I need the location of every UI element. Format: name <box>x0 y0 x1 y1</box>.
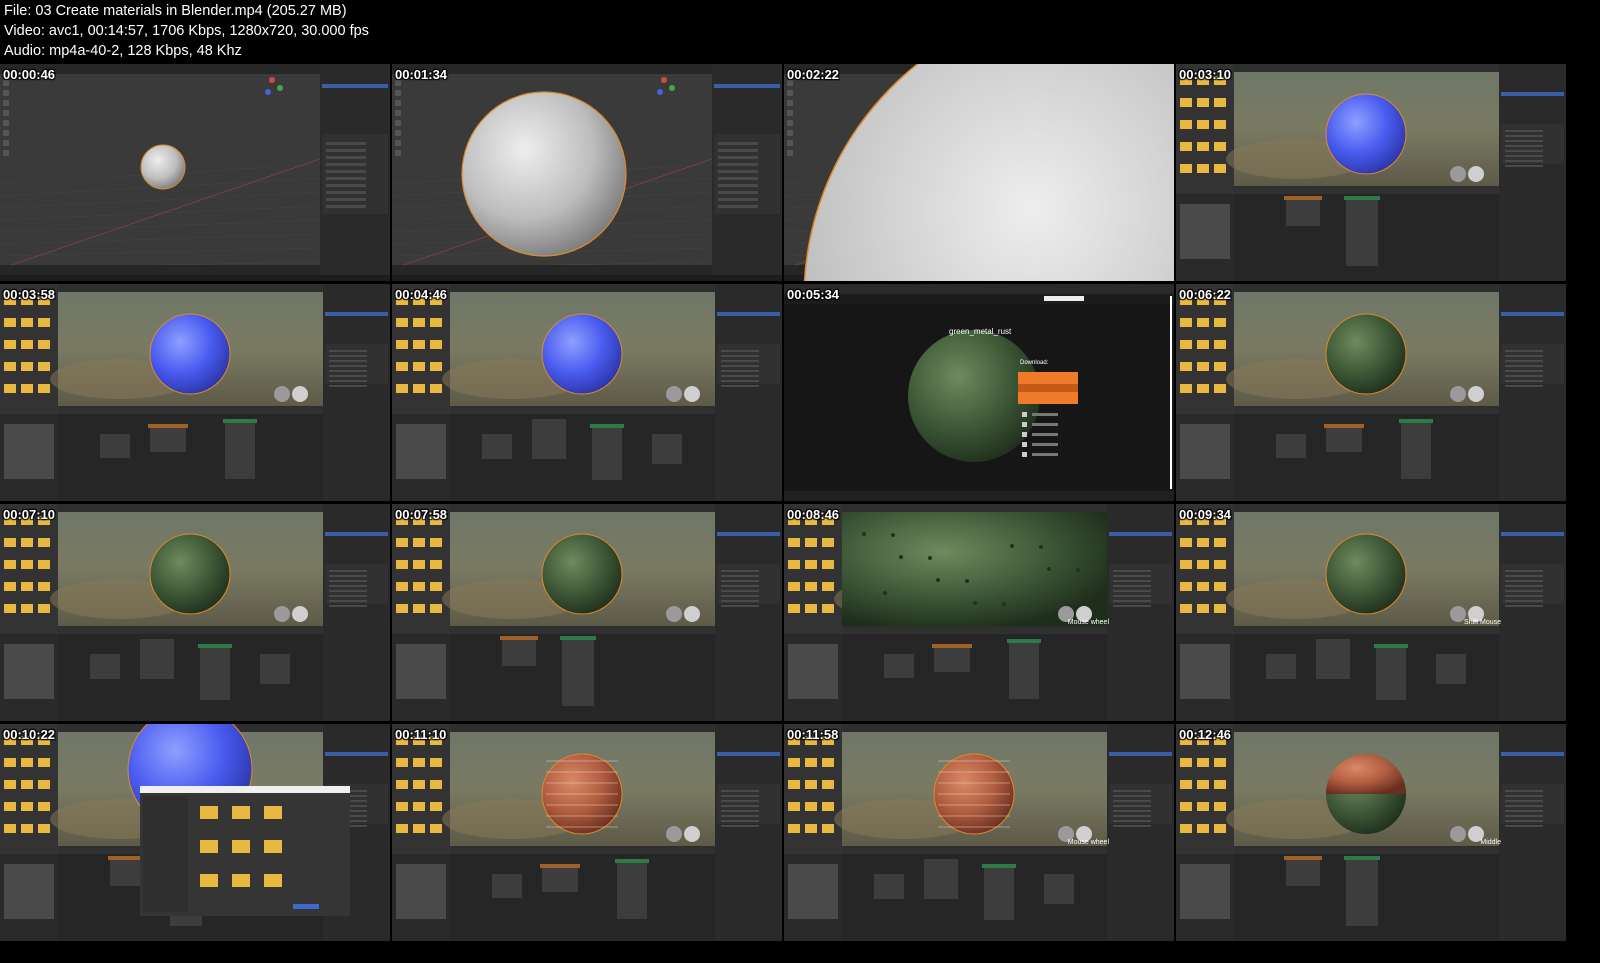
timestamp-label: 00:11:10 <box>395 727 447 742</box>
audio-info-line: Audio: mp4a-40-2, 128 Kbps, 48 Khz <box>4 43 242 59</box>
blender-screenshot <box>1176 284 1566 501</box>
thumbnail-grid: 00:00:46 00:01:34 00:02:22 00:03:10 00:03:58… <box>0 64 1600 963</box>
sphere-object <box>1325 533 1407 615</box>
blender-screenshot: Shift Mouse <box>1176 504 1566 721</box>
video-thumbnail: 00:07:58 <box>392 504 782 721</box>
sphere-object <box>1325 313 1407 395</box>
file-info-header: File: 03 Create materials in Blender.mp4… <box>0 0 1600 64</box>
timestamp-label: 00:12:46 <box>1179 727 1232 742</box>
video-thumbnail: 00:03:58 <box>0 284 390 501</box>
blender-screenshot: Mouse wheel <box>784 724 1174 941</box>
video-thumbnail: Middle 00:12:46 <box>1176 724 1566 941</box>
timestamp-label: 00:01:34 <box>395 67 448 82</box>
video-thumbnail: Mouse wheel 00:08:46 <box>784 504 1174 721</box>
sphere-object <box>149 533 231 615</box>
video-thumbnail: 00:00:46 <box>0 64 390 281</box>
timestamp-label: 00:07:58 <box>395 507 448 522</box>
file-info-line: File: 03 Create materials in Blender.mp4… <box>4 3 347 19</box>
timestamp-label: 00:10:22 <box>3 727 56 742</box>
video-thumbnail: 00:07:10 <box>0 504 390 721</box>
sphere-object <box>461 91 627 257</box>
timestamp-label: 00:00:46 <box>3 67 56 82</box>
blender-screenshot <box>1176 64 1566 281</box>
sphere-object <box>140 144 186 190</box>
video-thumbnail: 00:01:34 <box>392 64 782 281</box>
timestamp-label: 00:02:22 <box>787 67 840 82</box>
blender-screenshot: Middle <box>1176 724 1566 941</box>
timestamp-label: 00:04:46 <box>395 287 448 302</box>
timestamp-label: 00:11:58 <box>787 727 839 742</box>
video-info-line: Video: avc1, 00:14:57, 1706 Kbps, 1280x7… <box>4 23 369 39</box>
timestamp-label: 00:09:34 <box>1179 507 1232 522</box>
video-thumbnail: 00:11:10 <box>392 724 782 941</box>
sphere-object <box>541 533 623 615</box>
blender-screenshot <box>0 284 390 501</box>
video-thumbnail: 00:06:22 <box>1176 284 1566 501</box>
blender-screenshot: green_metal_rust Download: <box>784 284 1174 501</box>
blender-screenshot <box>784 64 1174 281</box>
timestamp-label: 00:05:34 <box>787 287 840 302</box>
texture-title: green_metal_rust <box>949 327 1012 336</box>
video-thumbnail: green_metal_rust Download: 00:05:34 <box>784 284 1174 501</box>
video-thumbnail: 00:10:22 <box>0 724 390 941</box>
timestamp-label: 00:07:10 <box>3 507 56 522</box>
video-thumbnail: 00:02:22 <box>784 64 1174 281</box>
blender-screenshot: Mouse wheel <box>784 504 1174 721</box>
blender-screenshot <box>392 504 782 721</box>
blender-screenshot <box>0 724 390 941</box>
keystroke-overlay: Mouse wheel <box>1068 619 1110 626</box>
keystroke-overlay: Mouse wheel <box>1068 839 1110 846</box>
download-label: Download: <box>1020 360 1049 366</box>
video-thumbnail: Shift Mouse 00:09:34 <box>1176 504 1566 721</box>
blender-screenshot <box>0 64 390 281</box>
blender-screenshot <box>392 724 782 941</box>
timestamp-label: 00:03:58 <box>3 287 56 302</box>
blender-screenshot <box>392 284 782 501</box>
sphere-object <box>1325 93 1407 175</box>
video-thumbnail: Mouse wheel 00:11:58 <box>784 724 1174 941</box>
timestamp-label: 00:08:46 <box>787 507 840 522</box>
keystroke-overlay: Middle <box>1480 839 1501 846</box>
keystroke-overlay: Shift Mouse <box>1464 619 1501 626</box>
sphere-object <box>149 313 231 395</box>
sphere-object <box>541 313 623 395</box>
video-thumbnail: 00:03:10 <box>1176 64 1566 281</box>
blender-screenshot <box>392 64 782 281</box>
blender-screenshot <box>0 504 390 721</box>
video-thumbnail: 00:04:46 <box>392 284 782 501</box>
timestamp-label: 00:06:22 <box>1179 287 1232 302</box>
timestamp-label: 00:03:10 <box>1179 67 1232 82</box>
